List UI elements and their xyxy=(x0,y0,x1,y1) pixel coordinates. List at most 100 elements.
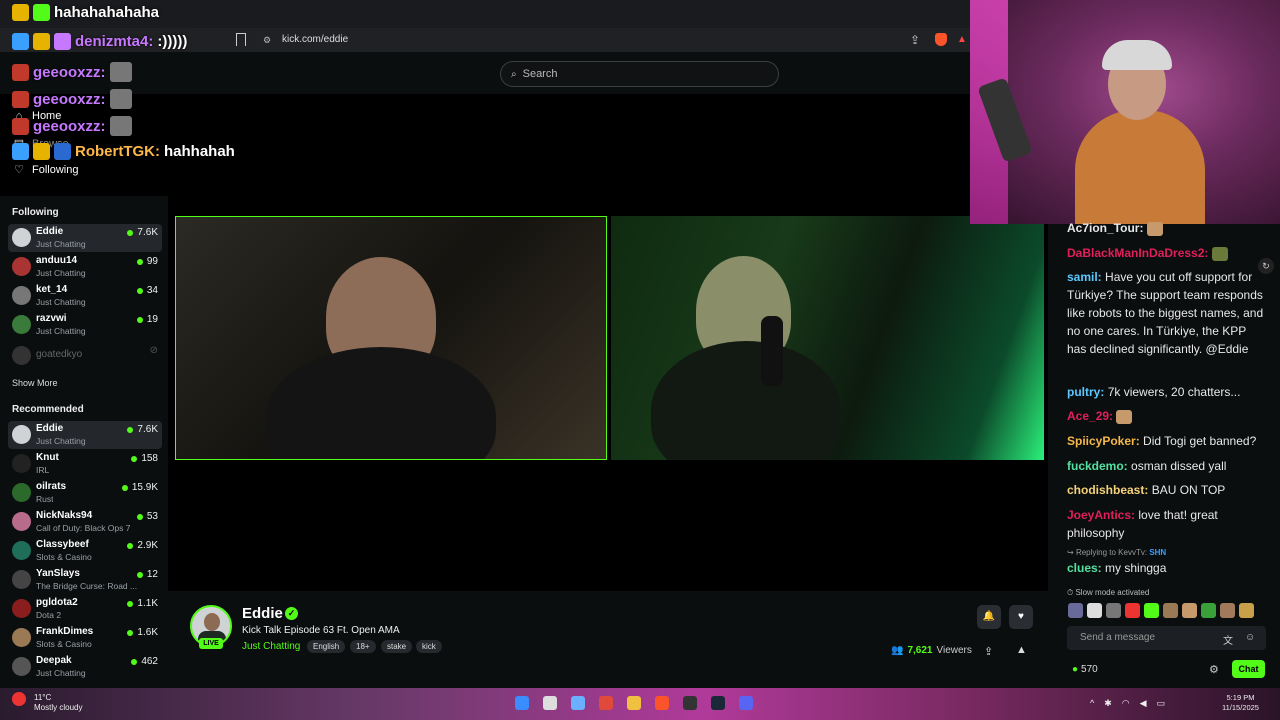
tag-18plus[interactable]: 18+ xyxy=(350,640,376,653)
chevron-up-icon[interactable]: ^ xyxy=(1090,698,1094,709)
overlay-username: geeooxzz: xyxy=(33,117,106,135)
sidebar-rec-knut[interactable]: Knut IRL 158 xyxy=(8,450,162,478)
chat-message: DaBlackManInDaDress2: xyxy=(1067,244,1267,262)
quick-emote-icon[interactable] xyxy=(1220,603,1235,618)
channel-category: Just Chatting xyxy=(36,239,86,249)
category-link[interactable]: Just Chatting xyxy=(242,641,300,652)
tag-kick[interactable]: kick xyxy=(416,640,442,653)
chat-username[interactable]: Ac7ion_Tour: xyxy=(1067,221,1143,235)
viewers-icon: 👥 xyxy=(891,645,904,656)
live-dot-icon xyxy=(131,455,138,462)
tag-english[interactable]: English xyxy=(307,640,346,653)
steam-icon[interactable] xyxy=(711,696,725,710)
site-info-icon[interactable]: ⚙ xyxy=(263,35,271,46)
weather-icon[interactable] xyxy=(12,692,26,706)
app-icon[interactable] xyxy=(599,696,613,710)
weather-widget[interactable]: 11°C Mostly cloudy xyxy=(34,693,82,713)
emote-picker-icon[interactable]: ☺ xyxy=(1245,632,1255,647)
quick-emote-icon[interactable] xyxy=(1144,603,1159,618)
discord-icon[interactable] xyxy=(739,696,753,710)
chat-username[interactable]: SpiicyPoker: xyxy=(1067,434,1140,448)
chat-username[interactable]: fuckdemo: xyxy=(1067,459,1128,473)
chat-message: samil: Have you cut off support for Türk… xyxy=(1067,268,1267,358)
chat-username[interactable]: pultry: xyxy=(1067,385,1104,399)
search-icon: ⌕ xyxy=(511,68,517,80)
nav-following[interactable]: ♡ Following xyxy=(12,163,78,177)
chat-username[interactable]: JoeyAntics: xyxy=(1067,508,1135,522)
sidebar-rec-deepak[interactable]: Deepak Just Chatting 462 xyxy=(8,653,162,681)
report-icon[interactable]: ▲ xyxy=(1016,644,1027,656)
webcam-person-body xyxy=(1075,110,1205,224)
viewer-count-label: Viewers xyxy=(936,645,972,656)
emote-icon xyxy=(1116,409,1133,424)
live-dot-icon xyxy=(136,571,143,578)
follow-button[interactable]: ♥ xyxy=(1009,605,1033,629)
brave-icon[interactable] xyxy=(655,696,669,710)
chat-username[interactable]: clues: xyxy=(1067,561,1102,575)
sidebar-item-goatedkyo[interactable]: goatedkyo ⊘ xyxy=(8,342,162,370)
chat-message: pultry: 7k viewers, 20 chatters... xyxy=(1067,383,1267,401)
brave-shield-icon[interactable] xyxy=(935,33,947,46)
chat-username[interactable]: samil: xyxy=(1067,270,1102,284)
channel-category: Dota 2 xyxy=(36,610,62,620)
quick-emote-icon[interactable] xyxy=(1106,603,1121,618)
taskbar-apps xyxy=(515,696,753,710)
show-more-link[interactable]: Show More xyxy=(12,378,58,388)
rewards-icon[interactable]: ▲ xyxy=(957,34,967,45)
battery-icon[interactable]: ▭ xyxy=(1157,698,1166,709)
chat-username[interactable]: DaBlackManInDaDress2: xyxy=(1067,246,1208,260)
channel-category: Just Chatting xyxy=(36,668,86,678)
quick-emote-icon[interactable] xyxy=(1087,603,1102,618)
tag-stake[interactable]: stake xyxy=(381,640,413,653)
quick-emote-icon[interactable] xyxy=(1125,603,1140,618)
notification-button[interactable]: 🔔 xyxy=(977,605,1001,629)
share-icon[interactable]: ⇪ xyxy=(984,645,993,658)
webcam-headphones xyxy=(1102,40,1172,70)
quick-emote-icon[interactable] xyxy=(1239,603,1254,618)
task-view-icon[interactable] xyxy=(571,696,585,710)
streamer-name[interactable]: Eddie xyxy=(242,605,283,622)
sidebar-rec-classybeef[interactable]: Classybeef Slots & Casino 2.9K xyxy=(8,537,162,565)
sidebar-item-anduu14[interactable]: anduu14 Just Chatting 99 xyxy=(8,253,162,281)
file-explorer-icon[interactable] xyxy=(627,696,641,710)
chat-send-button[interactable]: Chat xyxy=(1232,660,1265,678)
chat-message: clues: my shingga xyxy=(1067,559,1267,577)
channel-points[interactable]: ● 570 xyxy=(1072,664,1098,675)
overlay-username: geeooxzz: xyxy=(33,90,106,108)
search-taskbar-icon[interactable] xyxy=(543,696,557,710)
overlay-alert-line: geeooxzz: xyxy=(12,62,132,82)
overlay-alert-line: geeooxzz: xyxy=(12,116,132,136)
quick-emote-icon[interactable] xyxy=(1068,603,1083,618)
quick-emote-icon[interactable] xyxy=(1182,603,1197,618)
bluetooth-icon[interactable]: ✱ xyxy=(1104,698,1112,709)
quick-emote-icon[interactable] xyxy=(1163,603,1178,618)
translate-icon[interactable]: 文 xyxy=(1223,632,1233,647)
sidebar-rec-yanslays[interactable]: YanSlays The Bridge Curse: Road ... 12 xyxy=(8,566,162,594)
sidebar-item-razvwi[interactable]: razvwi Just Chatting 19 xyxy=(8,311,162,339)
taskbar-clock[interactable]: 5:19 PM 11/15/2025 xyxy=(1222,693,1259,713)
start-icon[interactable] xyxy=(515,696,529,710)
chat-settings-icon[interactable]: ⚙ xyxy=(1209,663,1219,676)
search-input[interactable]: ⌕ Search xyxy=(500,61,779,87)
emote-icon xyxy=(109,116,132,136)
chat-username[interactable]: chodishbeast: xyxy=(1067,483,1148,497)
sidebar-item-ket14[interactable]: ket_14 Just Chatting 34 xyxy=(8,282,162,310)
chat-text: BAU ON TOP xyxy=(1151,483,1226,497)
live-dot-icon xyxy=(127,542,134,549)
sidebar-rec-eddie[interactable]: Eddie Just Chatting 7.6K xyxy=(8,421,162,449)
overlay-username: denizmta4: xyxy=(75,33,154,50)
app-icon[interactable] xyxy=(683,696,697,710)
quick-emote-icon[interactable] xyxy=(1201,603,1216,618)
overlay-alert-line: hahahahahaha xyxy=(12,4,159,21)
share-icon[interactable]: ⇪ xyxy=(910,33,920,47)
volume-icon[interactable]: ◀ xyxy=(1140,698,1147,709)
sidebar-rec-pgldota2[interactable]: pgldota2 Dota 2 1.1K xyxy=(8,595,162,623)
sidebar-item-eddie[interactable]: Eddie Just Chatting 7.6K xyxy=(8,224,162,252)
bookmark-icon[interactable] xyxy=(236,33,246,46)
sidebar-rec-nicknaks94[interactable]: NickNaks94 Call of Duty: Black Ops 7 53 xyxy=(8,508,162,536)
chat-username[interactable]: Ace_29: xyxy=(1067,409,1113,423)
wifi-icon[interactable]: ◠ xyxy=(1122,698,1130,709)
url-text[interactable]: kick.com/eddie xyxy=(282,34,348,45)
sidebar-rec-oilrats[interactable]: oilrats Rust 15.9K xyxy=(8,479,162,507)
sidebar-rec-frankdimes[interactable]: FrankDimes Slots & Casino 1.6K xyxy=(8,624,162,652)
